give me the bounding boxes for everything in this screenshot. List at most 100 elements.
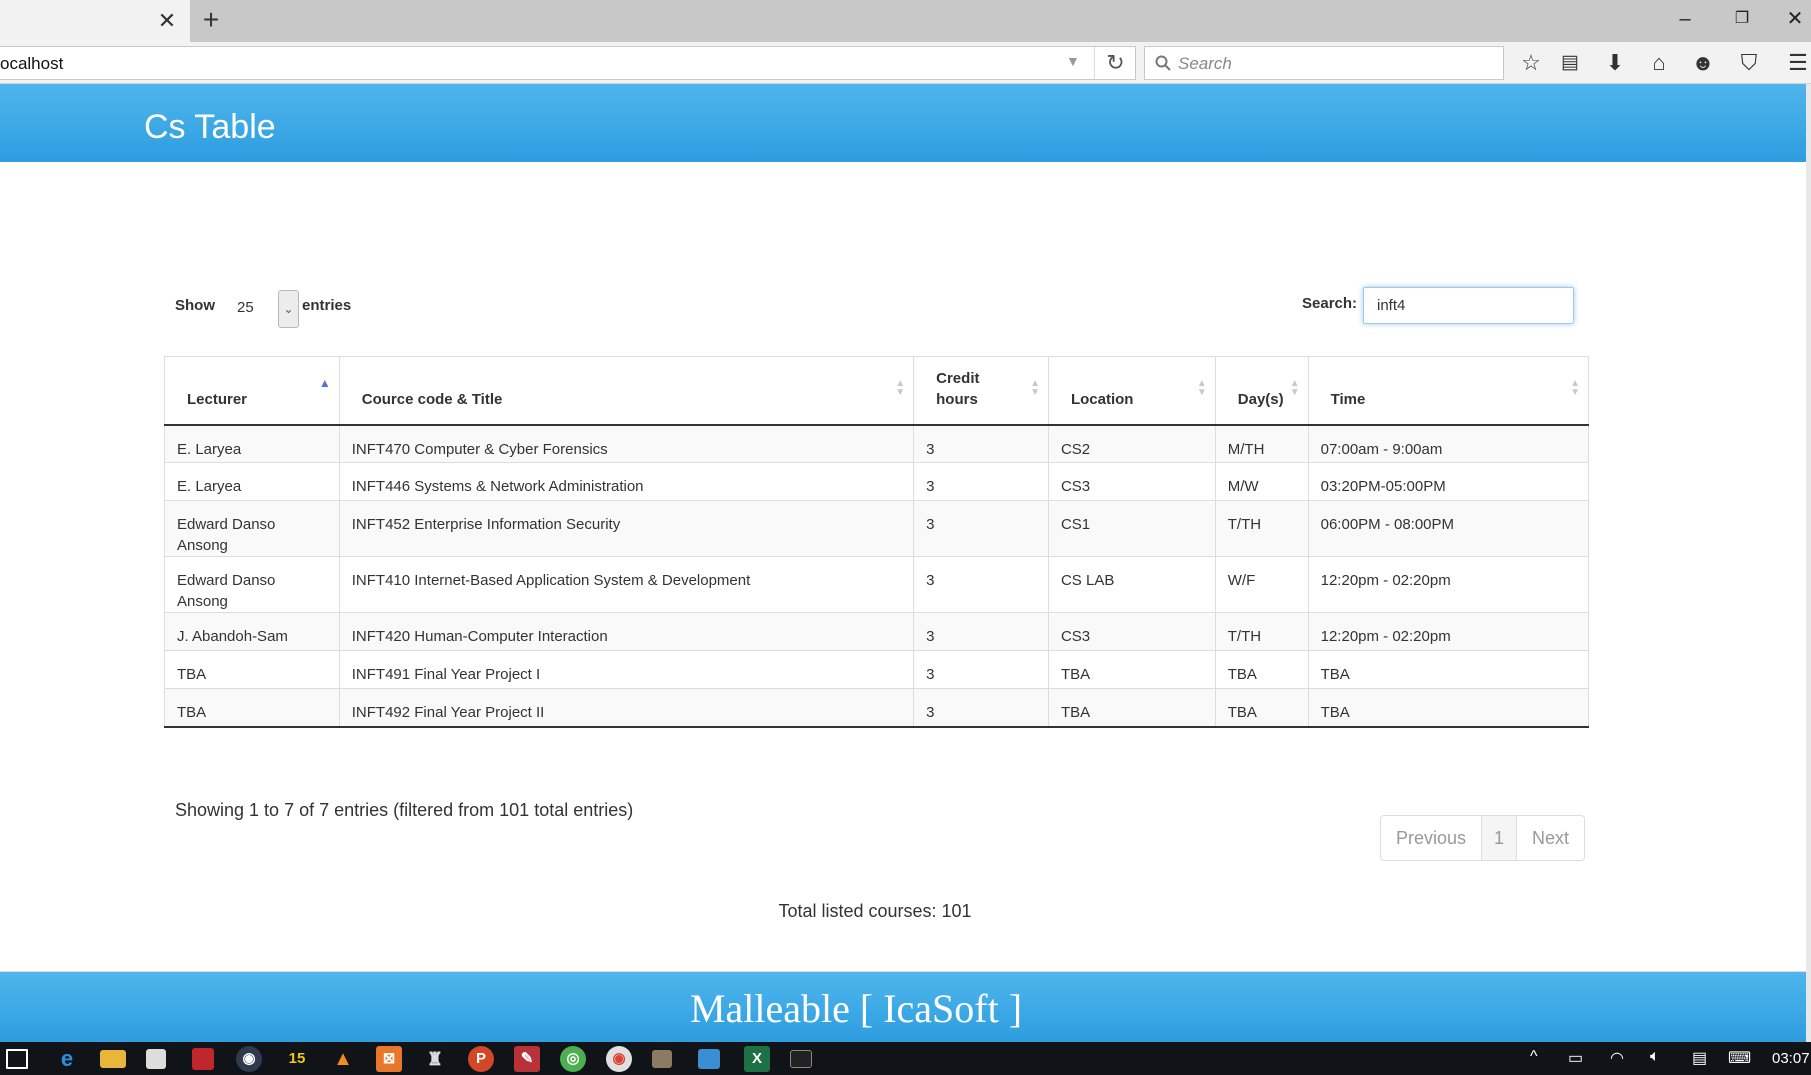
bookmark-star-icon[interactable]: ☆ (1513, 47, 1549, 79)
table-cell: INFT420 Human-Computer Interaction (338, 612, 915, 651)
pagination: Previous 1 Next (1380, 815, 1586, 861)
table-cell: 3 (913, 424, 1049, 463)
vlc-icon[interactable]: ▲ (330, 1046, 356, 1072)
firefox-icon[interactable]: ◉ (236, 1046, 262, 1072)
table-cell: J. Abandoh-Sam (164, 612, 340, 651)
table-cell: INFT492 Final Year Project II (338, 688, 915, 728)
table-row: J. Abandoh-Sam INFT420 Human-Computer In… (164, 612, 1590, 651)
show-label: Show (175, 297, 215, 314)
sort-ascending-icon: ▲ (318, 376, 331, 390)
page-length-value: 25 (237, 299, 254, 316)
app-icon[interactable]: ◎ (560, 1046, 586, 1072)
courses-table-wrapper: Lecturer ▲ Cource code & Title ▲ ▼ Credit h… (164, 356, 1590, 728)
chrome-icon[interactable]: ◉ (606, 1046, 632, 1072)
browser-search-bar[interactable]: Search (1144, 46, 1504, 80)
keyboard-icon[interactable]: ⌨ (1728, 1048, 1751, 1068)
table-search-input[interactable] (1363, 287, 1574, 324)
browser-tab[interactable]: ✕ (0, 0, 190, 42)
history-dropdown-icon[interactable]: ▼ (1066, 53, 1080, 69)
table-cell: 12:20pm - 02:20pm (1307, 556, 1590, 613)
chat-icon[interactable]: ☻ (1685, 47, 1721, 79)
column-header-course[interactable]: Cource code & Title ▲ ▼ (338, 356, 915, 426)
page-header: Cs Table (0, 84, 1806, 162)
home-icon[interactable]: ⌂ (1641, 47, 1677, 79)
table-header-row: Lecturer ▲ Cource code & Title ▲ ▼ Credit h… (164, 356, 1590, 426)
new-tab-button[interactable]: + (198, 6, 224, 34)
download-icon[interactable]: ⬇ (1597, 47, 1633, 79)
table-cell: TBA (1307, 688, 1590, 728)
menu-icon[interactable]: ☰ (1780, 47, 1811, 79)
taskbar-clock[interactable]: 03:07 (1772, 1050, 1810, 1067)
table-cell: CS2 (1047, 424, 1216, 463)
terminal-icon[interactable] (790, 1050, 812, 1068)
table-row: E. Laryea INFT446 Systems & Network Admi… (164, 462, 1590, 501)
file-explorer-icon[interactable] (100, 1050, 126, 1068)
sort-icon: ▲ ▼ (1196, 378, 1207, 398)
app-icon[interactable] (652, 1050, 672, 1068)
powerpoint-icon[interactable]: P (468, 1046, 494, 1072)
notifications-icon[interactable]: ▤ (1692, 1048, 1707, 1068)
table-cell: 3 (913, 462, 1049, 501)
table-cell: 3 (913, 556, 1049, 613)
column-header-location[interactable]: Location ▲ ▼ (1047, 356, 1216, 426)
chevron-down-icon[interactable]: ⌄ (278, 290, 299, 328)
volume-icon[interactable]: 🔈︎ (1650, 1048, 1660, 1066)
page-1-button[interactable]: 1 (1482, 816, 1518, 860)
os-taskbar: e ◉ 15 ▲ ⊠ ♜ P ✎ ◎ ◉ X ^ ▭ ◠ 🔈︎ ▤ ⌨ 03:0… (0, 1042, 1811, 1075)
table-row: TBA INFT492 Final Year Project II 3 TBA … (164, 688, 1590, 728)
table-cell: TBA (1047, 688, 1216, 728)
task-view-icon[interactable] (6, 1049, 28, 1069)
column-header-credit-hours[interactable]: Credit hours ▲ ▼ (913, 356, 1049, 426)
column-header-time[interactable]: Time ▲ ▼ (1307, 356, 1590, 426)
close-tab-icon[interactable]: ✕ (155, 9, 179, 33)
table-cell: INFT446 Systems & Network Administration (338, 462, 915, 501)
table-row: E. Laryea INFT470 Computer & Cyber Foren… (164, 424, 1590, 463)
table-cell: INFT452 Enterprise Information Security (338, 500, 915, 557)
table-cell: T/TH (1214, 612, 1309, 651)
browser-nav-bar: ocalhost ▼ ↻ Search ☆ ▤ ⬇ ⌂ ☻ ⛉ ☰ (0, 42, 1811, 84)
next-page-button[interactable]: Next (1517, 816, 1584, 860)
table-cell: 07:00am - 9:00am (1307, 424, 1590, 463)
wifi-icon[interactable]: ◠ (1610, 1048, 1624, 1068)
table-cell: 03:20PM-05:00PM (1307, 462, 1590, 501)
table-cell: CS3 (1047, 462, 1216, 501)
column-header-label: Day(s) (1237, 390, 1284, 408)
table-cell: Edward Danso Ansong (164, 500, 340, 557)
entries-label: entries (302, 297, 352, 314)
column-header-days[interactable]: Day(s) ▲ ▼ (1214, 356, 1309, 426)
previous-page-button[interactable]: Previous (1381, 816, 1483, 860)
reload-icon[interactable]: ↻ (1094, 47, 1136, 79)
xampp-icon[interactable]: ⊠ (376, 1046, 402, 1072)
sort-icon: ▲ ▼ (1289, 378, 1300, 398)
table-search-label: Search: (1302, 295, 1358, 312)
table-cell: 3 (913, 612, 1049, 651)
column-header-label: Location (1070, 390, 1134, 408)
excel-icon[interactable]: X (744, 1046, 770, 1072)
table-cell: E. Laryea (164, 424, 340, 463)
page-length-select[interactable]: 25 ⌄ (222, 289, 299, 328)
app-icon[interactable]: ✎ (514, 1046, 540, 1072)
app-15-icon[interactable]: 15 (284, 1046, 310, 1072)
show-hidden-icons-icon[interactable]: ^ (1530, 1048, 1538, 1066)
minimize-icon[interactable]: – (1665, 4, 1705, 34)
edge-browser-icon[interactable]: e (54, 1046, 80, 1072)
table-cell: TBA (164, 650, 340, 689)
app-icon[interactable] (192, 1048, 214, 1070)
pocket-icon[interactable]: ⛉ (1731, 47, 1767, 79)
table-cell: 3 (913, 688, 1049, 728)
app-icon[interactable] (698, 1049, 720, 1069)
address-bar[interactable]: ocalhost ▼ ↻ (0, 46, 1136, 80)
restore-icon[interactable]: ❐ (1722, 4, 1762, 34)
page-scrollbar[interactable] (1806, 84, 1811, 1042)
url-text[interactable]: ocalhost (0, 54, 63, 74)
column-header-lecturer[interactable]: Lecturer ▲ (164, 356, 340, 426)
column-header-label: Time (1330, 390, 1366, 408)
bookmarks-list-icon[interactable]: ▤ (1552, 47, 1588, 79)
window-close-icon[interactable]: ✕ (1775, 4, 1811, 34)
table-info: Showing 1 to 7 of 7 entries (filtered fr… (175, 800, 634, 820)
games-icon[interactable]: ♜ (422, 1046, 448, 1072)
table-cell: 06:00PM - 08:00PM (1307, 500, 1590, 557)
battery-icon[interactable]: ▭ (1568, 1048, 1583, 1068)
store-icon[interactable] (146, 1049, 166, 1069)
table-cell: E. Laryea (164, 462, 340, 501)
